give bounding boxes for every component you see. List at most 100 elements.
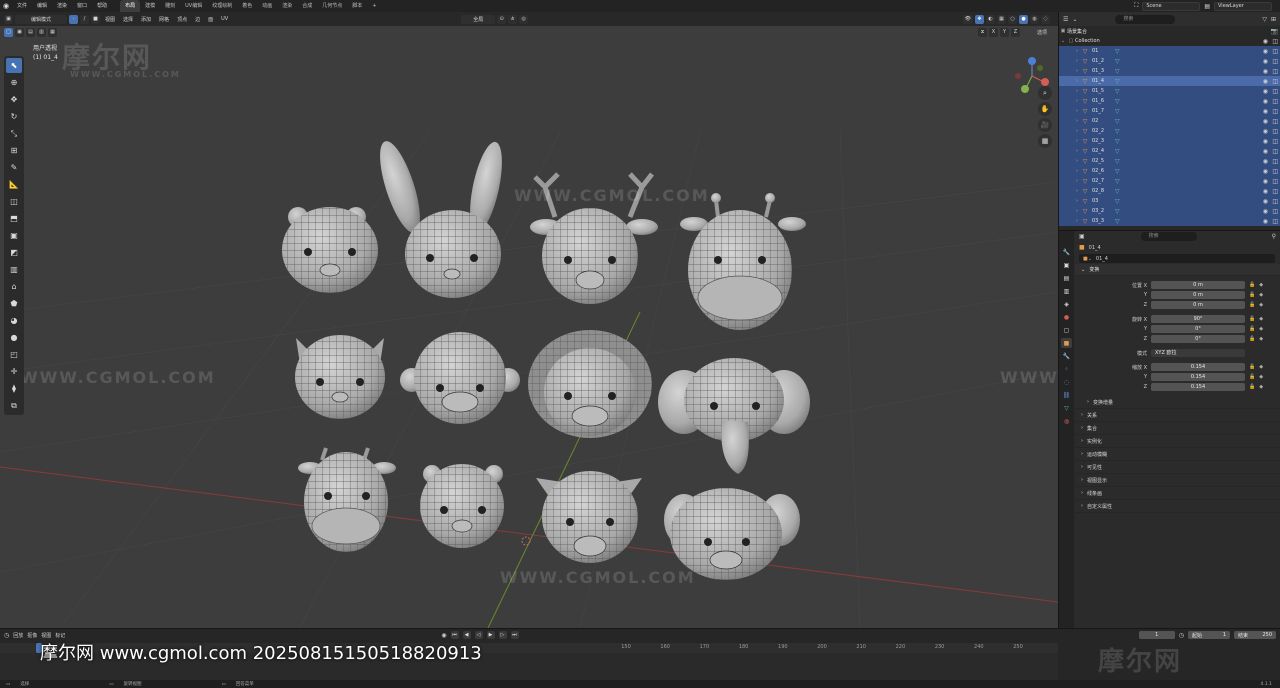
spin-icon[interactable]: ◕ — [6, 313, 22, 328]
collapsed-panel[interactable]: › 关系 — [1075, 409, 1280, 422]
lock-icon[interactable]: 🔓 — [1249, 364, 1255, 370]
render-camera-icon[interactable]: ◫ — [1272, 78, 1278, 85]
render-camera-icon[interactable]: ◫ — [1272, 88, 1278, 95]
select-intersect-icon[interactable]: ▦ — [48, 27, 57, 37]
collapsed-panel[interactable]: › 实例化 — [1075, 435, 1280, 448]
eye-icon[interactable]: ◉ — [1263, 108, 1268, 115]
outliner-item[interactable]: › ▽ 03_2 ▽ ◉ ◫ — [1059, 206, 1280, 216]
eye-icon[interactable]: ◉ — [1263, 118, 1268, 125]
outliner-item[interactable]: › ▽ 01_7 ▽ ◉ ◫ — [1059, 106, 1280, 116]
pivot-icon[interactable]: ⊙ — [497, 14, 507, 24]
new-collection-icon[interactable]: ⊞ — [1271, 16, 1276, 23]
render-camera-icon[interactable]: ◫ — [1272, 38, 1278, 45]
render-camera-icon[interactable]: ◫ — [1272, 138, 1278, 145]
face-select-button[interactable]: ■ — [91, 14, 100, 24]
eye-icon[interactable]: ◉ — [1263, 158, 1268, 165]
menu-add[interactable]: 添加 — [138, 16, 154, 23]
move-icon[interactable]: ✥ — [6, 92, 22, 107]
scale-y-field[interactable]: 0.154 — [1151, 373, 1245, 381]
pan-hand-icon[interactable]: ✋ — [1038, 102, 1052, 116]
outliner-item[interactable]: › ▽ 01_2 ▽ ◉ ◫ — [1059, 56, 1280, 66]
render-camera-icon[interactable]: ◫ — [1272, 168, 1278, 175]
outliner-item[interactable]: › ▽ 01_5 ▽ ◉ ◫ — [1059, 86, 1280, 96]
camera-view-icon[interactable]: 🎥 — [1038, 118, 1052, 132]
shrink-icon[interactable]: ✛ — [6, 364, 22, 379]
transform-icon[interactable]: ⊞ — [6, 143, 22, 158]
current-frame-field[interactable]: 1 — [1138, 631, 1175, 639]
select-box-icon[interactable]: ⬉ — [6, 58, 22, 73]
add-workspace-button[interactable]: + — [367, 0, 381, 12]
eye-icon[interactable]: ◉ — [1263, 78, 1268, 85]
location-z-field[interactable]: 0 m — [1151, 301, 1245, 309]
rotate-icon[interactable]: ↻ — [6, 109, 22, 124]
expand-chevron-icon[interactable]: › — [1073, 148, 1081, 154]
collapsed-panel[interactable]: › 视图显示 — [1075, 474, 1280, 487]
render-camera-icon[interactable]: ◫ — [1272, 188, 1278, 195]
measure-icon[interactable]: 📐 — [6, 177, 22, 192]
eye-icon[interactable]: ◉ — [1263, 218, 1268, 225]
data-tab-icon[interactable]: ▽ — [1061, 403, 1072, 413]
record-icon[interactable]: ◉ — [441, 632, 446, 639]
scene-tab-icon[interactable]: ◈ — [1061, 299, 1072, 309]
expand-chevron-icon[interactable]: › — [1073, 98, 1081, 104]
delta-transform-panel[interactable]: › 变换增量 — [1075, 396, 1280, 409]
eye-icon[interactable]: ◉ — [1263, 178, 1268, 185]
editor-type-button[interactable]: ▣ — [4, 14, 13, 24]
output-tab-icon[interactable]: ▤ — [1061, 273, 1072, 283]
outliner-item[interactable]: › ▽ 02_5 ▽ ◉ ◫ — [1059, 156, 1280, 166]
menu-window[interactable]: 窗口 — [72, 0, 92, 12]
expand-chevron-icon[interactable]: › — [1073, 78, 1081, 84]
mode-selector[interactable]: 编辑模式 — [15, 14, 67, 24]
scale-icon[interactable]: ⤡ — [6, 126, 22, 141]
tab-modeling[interactable]: 建模 — [140, 0, 160, 12]
timeline-editor-icon[interactable]: ◷ — [4, 632, 9, 639]
tab-scripting[interactable]: 脚本 — [347, 0, 367, 12]
lock-icon[interactable]: 🔓 — [1249, 384, 1255, 390]
zoom-icon[interactable]: ⌕ — [1038, 86, 1052, 100]
material-tab-icon[interactable]: ◍ — [1061, 416, 1072, 426]
lock-icon[interactable]: 🔓 — [1249, 336, 1255, 342]
render-camera-icon[interactable]: ◫ — [1272, 148, 1278, 155]
overlay-icon[interactable]: ◐ — [986, 14, 995, 24]
keyframe-dot-icon[interactable]: ◆ — [1259, 292, 1263, 298]
keyframe-dot-icon[interactable]: ◆ — [1259, 326, 1263, 332]
prev-key-icon[interactable]: ◀ — [462, 631, 471, 639]
eye-icon[interactable]: ◉ — [1263, 128, 1268, 135]
play-icon[interactable]: ▶ — [486, 631, 495, 639]
3d-viewport[interactable]: 摩尔网 WWW.CGMOL.COM WWW.CGMOL.COM WWW.CGMO… — [0, 12, 1058, 628]
scale-x-field[interactable]: 0.154 — [1151, 363, 1245, 371]
constraints-tab-icon[interactable]: ⛓ — [1061, 390, 1072, 400]
tab-layout[interactable]: 布局 — [120, 0, 141, 12]
expand-chevron-icon[interactable]: › — [1073, 48, 1081, 54]
outliner-filter-icon[interactable]: ▽ — [1262, 16, 1267, 23]
collapsed-panel[interactable]: › 自定义属性 — [1075, 500, 1280, 513]
menu-playback[interactable]: 回放 — [13, 632, 23, 639]
outliner-item[interactable]: › ▽ 02_8 ▽ ◉ ◫ — [1059, 186, 1280, 196]
end-frame-field[interactable]: 结束 250 — [1234, 631, 1276, 639]
lock-icon[interactable]: 🔓 — [1249, 374, 1255, 380]
play-reverse-icon[interactable]: ◁ — [474, 631, 483, 639]
object-tab-icon[interactable]: ■ — [1061, 338, 1072, 348]
snap-icon[interactable]: ⋔ — [508, 14, 518, 24]
lock-icon[interactable]: 🔓 — [1249, 292, 1255, 298]
render-tab-icon[interactable]: ▣ — [1061, 260, 1072, 270]
select-subtract-icon[interactable]: ▤ — [26, 27, 35, 37]
scale-z-field[interactable]: 0.154 — [1151, 383, 1245, 391]
tab-animation[interactable]: 动画 — [257, 0, 277, 12]
expand-chevron-icon[interactable]: › — [1073, 68, 1081, 74]
collection-tab-icon[interactable]: ▢ — [1061, 325, 1072, 335]
bevel-icon[interactable]: ◩ — [6, 245, 22, 260]
mirror-y-toggle[interactable]: Y — [999, 27, 1009, 37]
mirror-x-toggle[interactable]: X — [988, 27, 998, 37]
expand-chevron-icon[interactable]: ⌄ — [1059, 38, 1067, 44]
outliner-item[interactable]: › ▽ 02_6 ▽ ◉ ◫ — [1059, 166, 1280, 176]
xray-icon[interactable]: ▦ — [997, 14, 1006, 24]
perspective-toggle-icon[interactable]: ▦ — [1038, 134, 1052, 148]
outliner-item[interactable]: › ▽ 01_6 ▽ ◉ ◫ — [1059, 96, 1280, 106]
outliner-search-input[interactable]: 搜索 — [1115, 14, 1176, 24]
tab-texture-paint[interactable]: 纹理绘制 — [207, 0, 237, 12]
keyframe-dot-icon[interactable]: ◆ — [1259, 364, 1263, 370]
keyframe-dot-icon[interactable]: ◆ — [1259, 282, 1263, 288]
keyframe-dot-icon[interactable]: ◆ — [1259, 384, 1263, 390]
outliner-item[interactable]: › ▽ 01_4 ▽ ◉ ◫ — [1059, 76, 1280, 86]
